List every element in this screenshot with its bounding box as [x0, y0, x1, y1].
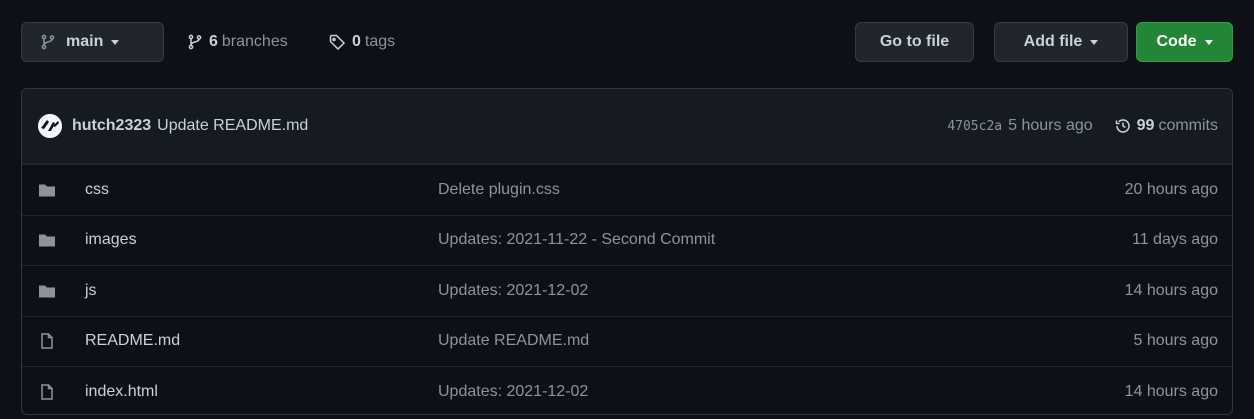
file-row[interactable]: README.md Update README.md 5 hours ago	[22, 315, 1232, 367]
go-to-file-button[interactable]: Go to file	[855, 22, 974, 62]
file-name-link[interactable]: README.md	[85, 332, 180, 350]
branch-selector-button[interactable]: main	[21, 22, 164, 62]
file-name-link[interactable]: index.html	[85, 383, 158, 401]
folder-icon	[39, 234, 55, 247]
branches-link[interactable]: 6 branches	[187, 22, 288, 62]
folder-icon	[39, 285, 55, 298]
commits-label: commits	[1158, 117, 1218, 134]
file-commit-time: 11 days ago	[1132, 231, 1218, 249]
branches-count: 6	[209, 33, 218, 50]
file-row[interactable]: images Updates: 2021-11-22 - Second Comm…	[22, 214, 1232, 266]
add-file-label: Add file	[1023, 33, 1083, 50]
repo-toolbar: main 6 branches 0 tags Go to file Add fi…	[21, 22, 1233, 65]
add-file-button[interactable]: Add file	[994, 22, 1128, 62]
file-commit-message[interactable]: Updates: 2021-11-22 - Second Commit	[438, 231, 715, 249]
commit-sha-link[interactable]: 4705c2a	[947, 119, 1002, 134]
commits-history-link[interactable]: 99 commits	[1115, 117, 1218, 135]
chevron-down-icon	[1090, 39, 1099, 45]
branches-label: branches	[221, 33, 288, 50]
user-avatar-icon	[38, 114, 62, 138]
tags-label: tags	[364, 33, 396, 50]
file-commit-message[interactable]: Updates: 2021-12-02	[438, 282, 588, 300]
chevron-down-icon	[111, 39, 120, 45]
file-icon	[41, 384, 53, 400]
history-icon	[1115, 119, 1130, 133]
file-browser: hutch2323 Update README.md 4705c2a 5 hour…	[21, 88, 1233, 415]
file-commit-message[interactable]: Updates: 2021-12-02	[438, 383, 588, 401]
file-commit-message[interactable]: Delete plugin.css	[438, 181, 560, 199]
file-commit-message[interactable]: Update README.md	[438, 332, 589, 350]
file-commit-time: 20 hours ago	[1124, 180, 1218, 198]
file-commit-time: 5 hours ago	[1133, 332, 1218, 350]
latest-commit-bar: hutch2323 Update README.md 4705c2a 5 hour…	[22, 89, 1232, 164]
avatar[interactable]	[38, 114, 62, 138]
chevron-down-icon	[1204, 39, 1213, 45]
commit-message-link[interactable]: Update README.md	[157, 117, 308, 134]
file-name-link[interactable]: js	[85, 282, 97, 300]
git-branch-icon	[41, 34, 55, 50]
commit-author-link[interactable]: hutch2323	[72, 117, 151, 134]
folder-icon	[39, 184, 55, 197]
file-commit-time: 14 hours ago	[1124, 382, 1218, 400]
commit-time: 5 hours ago	[1008, 117, 1093, 134]
code-label: Code	[1156, 33, 1197, 50]
file-name-link[interactable]: images	[85, 231, 137, 249]
file-icon	[41, 333, 53, 349]
file-row[interactable]: js Updates: 2021-12-02 14 hours ago	[22, 265, 1232, 316]
file-commit-time: 14 hours ago	[1124, 281, 1218, 299]
code-button[interactable]: Code	[1136, 22, 1233, 62]
git-branch-icon	[188, 34, 202, 50]
tags-count: 0	[352, 33, 361, 50]
file-name-link[interactable]: css	[85, 181, 109, 199]
file-row[interactable]: index.html Updates: 2021-12-02 14 hours …	[22, 366, 1232, 414]
file-row[interactable]: css Delete plugin.css 20 hours ago	[22, 164, 1232, 215]
branch-name: main	[66, 33, 104, 50]
commits-count: 99	[1136, 117, 1155, 134]
tag-icon	[329, 34, 346, 50]
tags-link[interactable]: 0 tags	[329, 22, 395, 62]
